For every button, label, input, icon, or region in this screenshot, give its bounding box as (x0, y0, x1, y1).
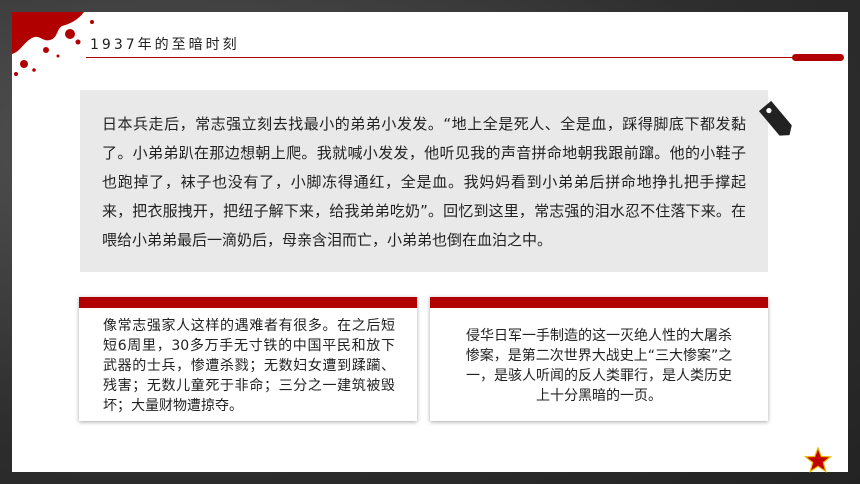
price-tag-icon (758, 100, 792, 136)
header-accent-bar (792, 54, 844, 61)
card-text: 侵华日军一手制造的这一灭绝人性的大屠杀惨案，是第二次世界大战史上“三大惨案”之一… (465, 328, 733, 404)
header-divider (86, 57, 792, 58)
info-card-left: 像常志强家人这样的遇难者有很多。在之后短短6周里，30多万手无寸铁的中国平民和放… (79, 297, 417, 421)
info-card-right: 侵华日军一手制造的这一灭绝人性的大屠杀惨案，是第二次世界大战史上“三大惨案”之一… (430, 297, 768, 421)
quote-text-box: 日本兵走后，常志强立刻去找最小的弟弟小发发。“地上全是死人、全是血，踩得脚底下都… (80, 90, 768, 272)
card-header-bar (430, 297, 768, 308)
card-text: 像常志强家人这样的遇难者有很多。在之后短短6周里，30多万手无寸铁的中国平民和放… (103, 318, 395, 414)
red-star-icon (804, 446, 832, 473)
page-title: 1937年的至暗时刻 (90, 37, 240, 53)
card-header-bar (79, 297, 417, 308)
